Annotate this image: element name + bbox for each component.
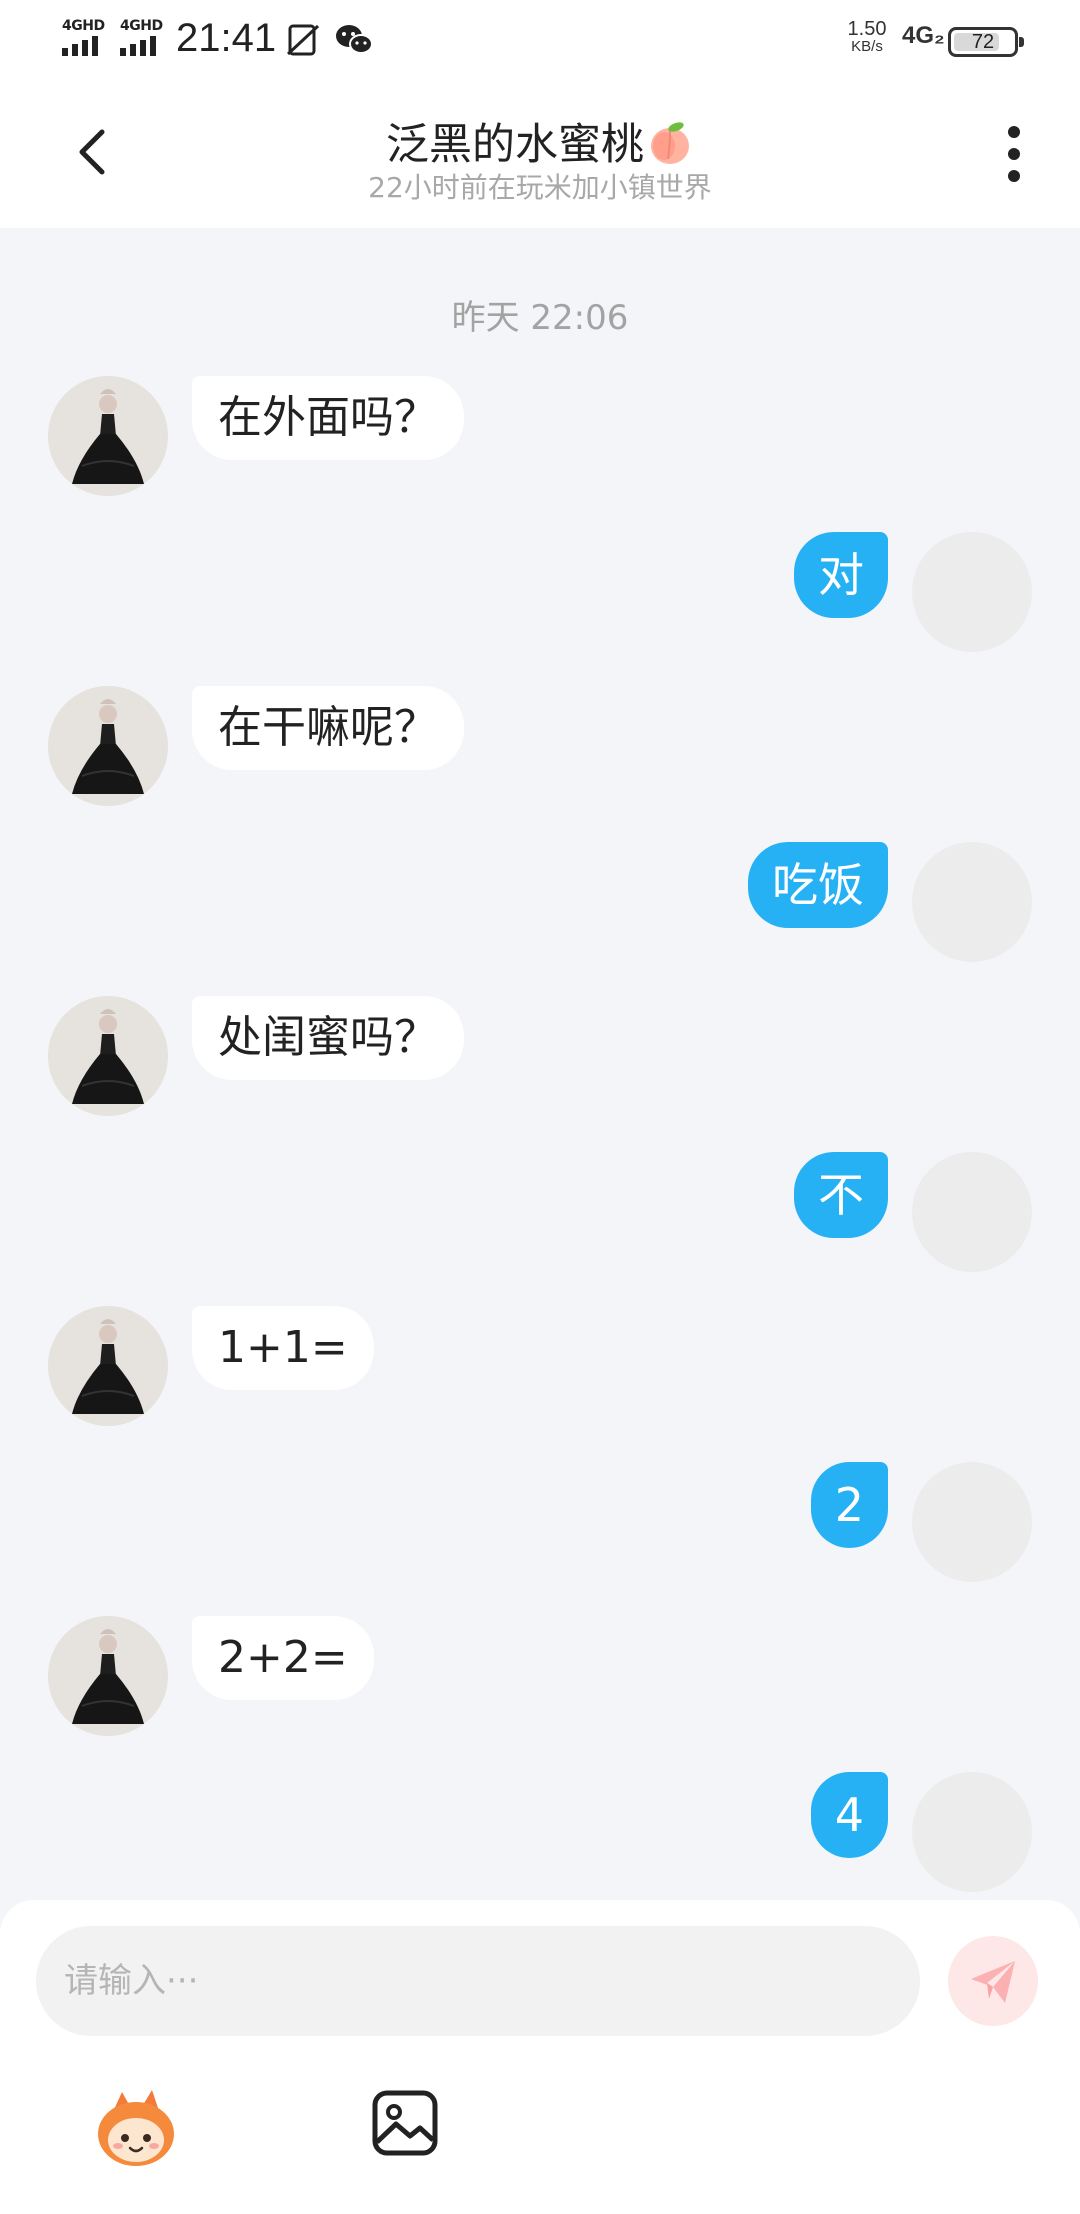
contact-avatar[interactable] (48, 996, 168, 1116)
emoji-button[interactable] (92, 2084, 180, 2172)
message-row: 4 (0, 1772, 1080, 1902)
outgoing-message[interactable]: 4 (810, 1772, 888, 1858)
my-avatar[interactable] (912, 1772, 1032, 1892)
message-row: 在外面吗？ (0, 376, 1080, 506)
status-bar: 4GHD 4GHD 21:41 1.50 KB/s 4G₂ 72 (0, 0, 1080, 86)
contact-avatar-image (72, 1009, 144, 1104)
sim2-label: 4GHD (120, 18, 163, 34)
status-time: 21:41 (176, 16, 277, 60)
paper-plane-icon (971, 1961, 1015, 2003)
incoming-message[interactable]: 2+2= (192, 1616, 374, 1700)
contact-avatar-image (72, 389, 144, 484)
battery-icon: 72 (948, 27, 1024, 57)
network-type: 4G₂ (902, 22, 945, 49)
message-row: 2 (0, 1462, 1080, 1592)
contact-name: 泛黑的水蜜桃 (0, 110, 1080, 172)
contact-avatar[interactable] (48, 1616, 168, 1736)
my-avatar[interactable] (912, 1462, 1032, 1582)
contact-avatar-image (72, 1629, 144, 1724)
outgoing-message[interactable]: 对 (794, 532, 888, 618)
wechat-icon (336, 25, 373, 54)
send-button[interactable] (948, 1936, 1038, 2026)
no-sim-icon (286, 24, 320, 56)
network-speed-value: 1.50 (847, 18, 887, 40)
chat-header: 泛黑的水蜜桃 22小时前在玩米加小镇世界 (0, 86, 1080, 228)
my-avatar[interactable] (912, 532, 1032, 652)
message-row: 不 (0, 1152, 1080, 1282)
signal-sim2-icon: 4GHD (118, 18, 168, 58)
contact-avatar-image (72, 1319, 144, 1414)
contact-avatar-image (72, 699, 144, 794)
more-options-button[interactable] (996, 126, 1032, 190)
network-speed-unit: KB/s (851, 38, 883, 55)
battery-level: 72 (971, 31, 995, 53)
signal-sim1-icon: 4GHD (60, 18, 110, 58)
message-row: 1+1= (0, 1306, 1080, 1436)
my-avatar[interactable] (912, 842, 1032, 962)
outgoing-message[interactable]: 不 (794, 1152, 888, 1238)
network-speed: 1.50 KB/s (840, 18, 894, 56)
contact-avatar[interactable] (48, 1306, 168, 1426)
incoming-message[interactable]: 1+1= (192, 1306, 374, 1390)
outgoing-message[interactable]: 2 (810, 1462, 888, 1548)
contact-avatar[interactable] (48, 686, 168, 806)
message-row: 在干嘛呢？ (0, 686, 1080, 816)
my-avatar[interactable] (912, 1152, 1032, 1272)
incoming-message[interactable]: 处闺蜜吗？ (192, 996, 464, 1080)
peach-emoji-icon (651, 122, 689, 164)
message-row: 吃饭 (0, 842, 1080, 972)
image-button[interactable] (370, 2088, 440, 2158)
input-area (0, 1900, 1080, 2214)
outgoing-message[interactable]: 吃饭 (748, 842, 888, 928)
message-input[interactable] (36, 1926, 920, 2036)
message-row: 处闺蜜吗？ (0, 996, 1080, 1126)
message-row: 2+2= (0, 1616, 1080, 1746)
contact-status: 22小时前在玩米加小镇世界 (368, 171, 712, 204)
sim1-label: 4GHD (62, 18, 105, 34)
incoming-message[interactable]: 在外面吗？ (192, 376, 464, 460)
image-icon (372, 2090, 438, 2156)
incoming-message[interactable]: 在干嘛呢？ (192, 686, 464, 770)
contact-name-text: 泛黑的水蜜桃 (386, 120, 644, 170)
mascot-emoji-icon (98, 2090, 174, 2166)
contact-avatar[interactable] (48, 376, 168, 496)
message-row: 对 (0, 532, 1080, 662)
chat-timestamp: 昨天 22:06 (451, 298, 629, 338)
